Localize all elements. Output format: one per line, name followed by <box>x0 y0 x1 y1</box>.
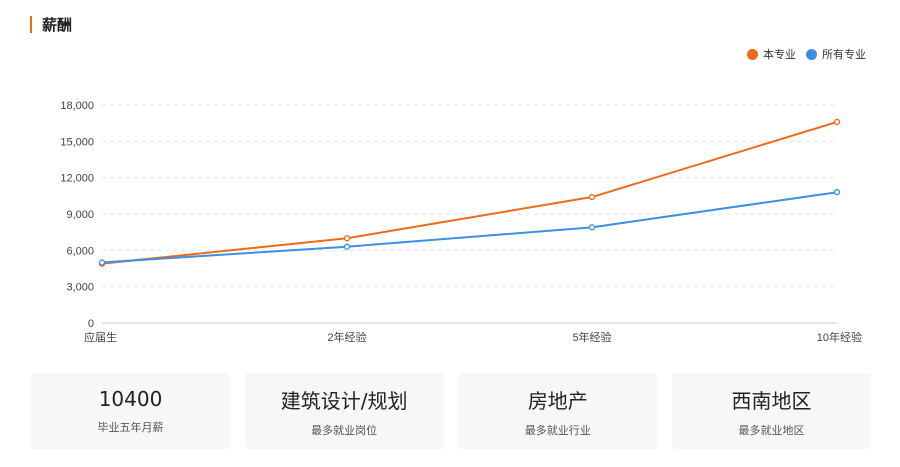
card-label: 最多就业行业 <box>524 423 591 437</box>
data-point <box>833 118 841 126</box>
y-tick-label: 9,000 <box>66 209 94 221</box>
card-label: 最多就业地区 <box>738 423 805 437</box>
card-value: 建筑设计/规划 <box>280 388 408 413</box>
card-value: 10400 <box>98 387 163 411</box>
summary-card-region: 西南地区 最多就业地区 <box>671 373 871 449</box>
data-point <box>588 193 596 201</box>
card-value: 西南地区 <box>731 388 812 413</box>
y-tick-label: 18,000 <box>60 100 94 112</box>
data-point <box>588 224 596 231</box>
y-tick-label: 0 <box>88 318 94 330</box>
x-tick-label: 2年经验 <box>327 330 366 344</box>
series-line-0 <box>101 120 838 265</box>
data-point <box>98 259 106 266</box>
salary-line-chart: 0 3,000 6,000 9,000 12,000 15,000 18,000 应届生 2年经… <box>60 100 862 344</box>
summary-card-salary: 10400 毕业五年月薪 <box>31 373 230 449</box>
y-tick-label: 3,000 <box>66 282 94 294</box>
data-point <box>833 189 841 196</box>
card-label: 毕业五年月薪 <box>97 421 164 434</box>
summary-card-position: 建筑设计/规划 最多就业岗位 <box>244 373 444 449</box>
summary-cards: 10400 毕业五年月薪 建筑设计/规划 最多就业岗位 房地产 最多就业行业 西… <box>31 373 871 449</box>
y-tick-label: 15,000 <box>60 136 94 148</box>
x-tick-label: 应届生 <box>84 330 117 344</box>
data-point <box>343 235 351 242</box>
card-label: 最多就业岗位 <box>311 423 378 437</box>
summary-card-industry: 房地产 最多就业行业 <box>458 373 658 449</box>
data-point <box>343 243 351 250</box>
x-tick-label: 10年经验 <box>817 330 862 344</box>
y-tick-label: 12,000 <box>60 173 94 185</box>
y-tick-label: 6,000 <box>66 245 94 257</box>
card-value: 房地产 <box>527 388 588 413</box>
x-tick-label: 5年经验 <box>572 330 611 344</box>
